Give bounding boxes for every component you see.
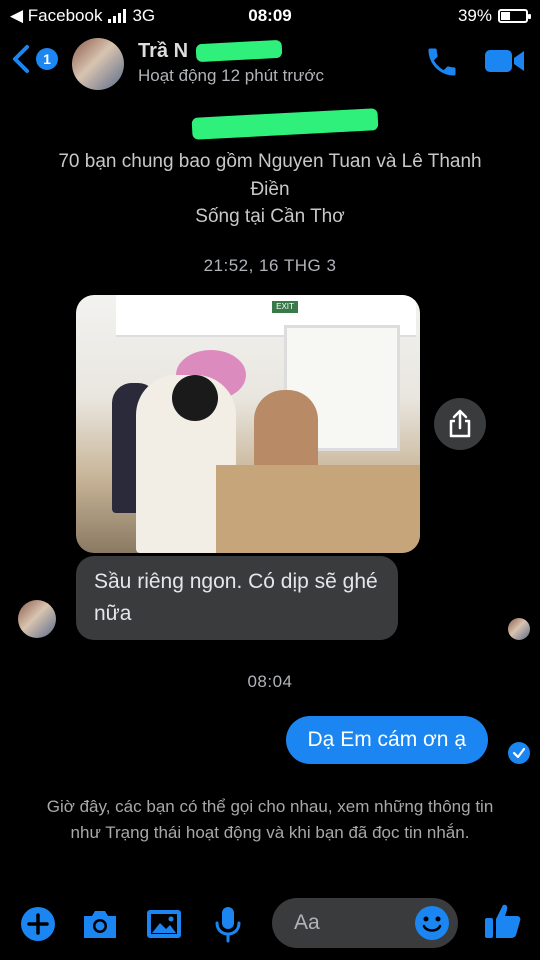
photo-exit-sign: EXIT <box>272 301 298 313</box>
more-actions-button[interactable] <box>18 904 58 949</box>
seen-receipt-avatar <box>508 618 530 640</box>
microphone-icon <box>215 907 241 943</box>
photo-message[interactable]: EXIT <box>76 295 420 553</box>
plus-icon <box>21 907 55 941</box>
redaction-mark <box>195 39 283 63</box>
lives-in: Sống tại Cần Thơ <box>195 206 345 227</box>
video-camera-icon <box>485 50 524 72</box>
battery-percent: 39% <box>457 6 492 25</box>
photo-detail <box>254 390 318 470</box>
sent-check-icon <box>508 742 530 764</box>
active-status: Hoạt động 12 phút trước <box>138 66 325 85</box>
image-icon <box>147 910 181 938</box>
chevron-left-icon <box>13 45 29 73</box>
chat-header: 1 Trầ N Hoạt động 12 phút trước <box>0 30 540 94</box>
camera-button[interactable] <box>80 904 120 949</box>
back-button[interactable]: 1 <box>10 44 58 74</box>
like-button[interactable] <box>482 900 524 947</box>
checkmark-icon <box>512 747 526 759</box>
mutual-friends: 70 bạn chung bao gồm Nguyen Tuan và Lê T… <box>58 151 482 200</box>
incoming-message[interactable]: Sầu riêng ngon. Có dịp sẽ ghé nữa <box>76 556 398 640</box>
message-input-placeholder: Aa <box>294 911 320 934</box>
share-icon <box>449 409 471 438</box>
contact-name[interactable]: Trầ N <box>138 40 188 63</box>
contact-avatar[interactable] <box>72 38 124 90</box>
unread-badge: 1 <box>36 48 58 70</box>
status-bar: ◀ Facebook 3G 08:09 39% <box>0 0 540 30</box>
outgoing-message[interactable]: Dạ Em cám ơn ạ <box>285 716 488 764</box>
battery-icon <box>498 9 531 23</box>
photo-detail <box>216 465 420 553</box>
chat-notice: Giờ đây, các bạn có thể gọi cho nhau, xe… <box>46 797 494 842</box>
message-timestamp: 08:04 <box>247 672 293 691</box>
message-input[interactable]: Aa <box>272 898 458 948</box>
composer-bar <box>0 888 540 960</box>
video-call-button[interactable] <box>484 46 526 81</box>
phone-icon <box>428 48 456 76</box>
camera-icon <box>84 911 116 938</box>
share-button[interactable] <box>434 398 486 450</box>
gallery-button[interactable] <box>144 904 184 949</box>
audio-call-button[interactable] <box>424 44 460 85</box>
emoji-icon[interactable] <box>414 905 450 941</box>
sender-avatar[interactable] <box>18 600 56 638</box>
thumbs-up-icon <box>485 904 521 938</box>
voice-button[interactable] <box>208 904 248 949</box>
status-right: 39% <box>457 6 531 26</box>
message-timestamp: 21:52, 16 THG 3 <box>203 256 337 275</box>
photo-detail <box>172 375 218 421</box>
